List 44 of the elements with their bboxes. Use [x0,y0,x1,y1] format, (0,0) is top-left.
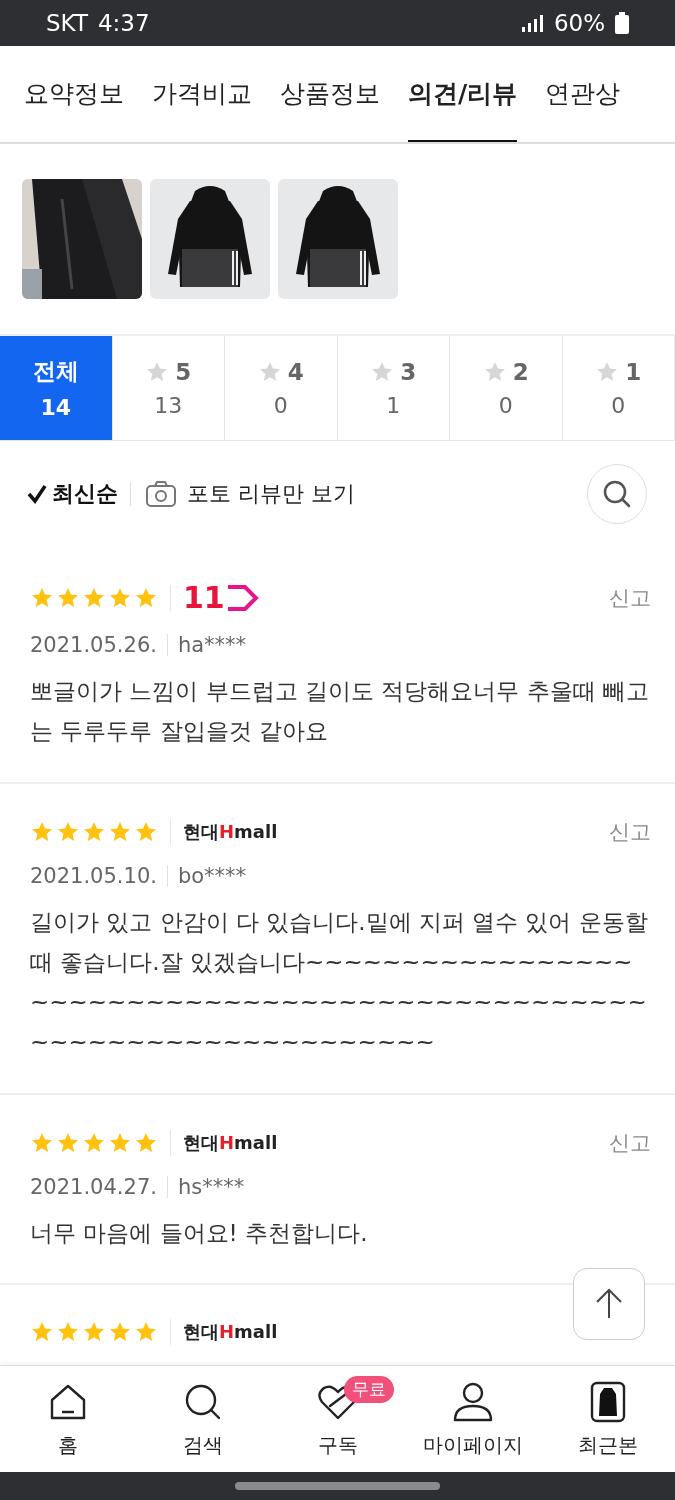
nav-label: 마이페이지 [422,1431,523,1459]
review-text: 길이가 있고 안감이 다 있습니다.밑에 지퍼 열수 있어 운동할 때 좋습니다.잘 있겠습니다~~~~~~~~~~~~~~~~~~~~~~~~~~~~~~~~~~~~~~~~~~~~~~~~~~~~~~~~~~~~~~~~~~~~~~ [30,907,649,1058]
camera-icon [145,479,177,508]
battery-icon [615,12,629,34]
store-logo: 현대Hmall [183,1130,278,1155]
nav-label: 검색 [182,1431,223,1459]
store-logo: 현대Hmall [183,819,278,844]
nav-item[interactable]: 최근본 [540,1366,675,1472]
nav-item[interactable]: 무료 구독 [270,1366,405,1472]
review-date: 2021.05.10. [30,863,157,888]
tab[interactable]: 의견/리뷰 [408,46,518,142]
store-logo: 현대Hmall [183,1319,278,1344]
report-link[interactable]: 신고 [609,817,651,846]
review-date: 2021.05.26. [30,633,157,657]
clock: 4:37 [97,10,150,36]
store-logo: 11 [183,580,259,615]
search-icon [602,478,632,509]
check-icon [26,482,48,505]
tab[interactable]: 요약정보 [24,46,124,142]
rating-filter-tab[interactable]: 전체 14 [0,336,113,440]
tab[interactable]: 상품정보 [280,46,380,142]
reviewer-id: hs**** [177,1174,245,1199]
nav-item[interactable]: 홈 [0,1366,135,1472]
report-link[interactable]: 신고 [609,1128,651,1157]
scroll-top-button[interactable] [573,1268,645,1340]
report-link[interactable]: 신고 [609,583,651,612]
battery-level: 60% [553,10,605,36]
review-text: 너무 마음에 들어요! 추천합니다. [30,1218,369,1248]
carrier: SKT [46,10,88,36]
review-text: 뽀글이가 느낌이 부드럽고 길이도 적당해요너무 추울때 빼고는 두루두루 잘입을것 같아요 [30,677,650,747]
nav-label: 구독 [317,1431,358,1459]
signal-icon [519,13,544,33]
nav-item[interactable]: 검색 [135,1366,270,1472]
badge: 무료 [343,1376,394,1403]
review-date: 2021.04.27. [30,1174,157,1199]
tab[interactable]: 연관상 [545,46,621,142]
nav-item[interactable]: 마이페이지 [405,1366,540,1472]
nav-label: 홈 [57,1431,78,1459]
reviewer-id: bo**** [177,863,247,888]
sort-option[interactable]: 최신순 [26,478,118,509]
nav-label: 최근본 [577,1431,638,1459]
reviewer-id: ha**** [177,633,247,657]
tab[interactable]: 가격비교 [152,46,252,142]
photo-review-filter[interactable]: 포토 리뷰만 보기 [145,478,355,509]
